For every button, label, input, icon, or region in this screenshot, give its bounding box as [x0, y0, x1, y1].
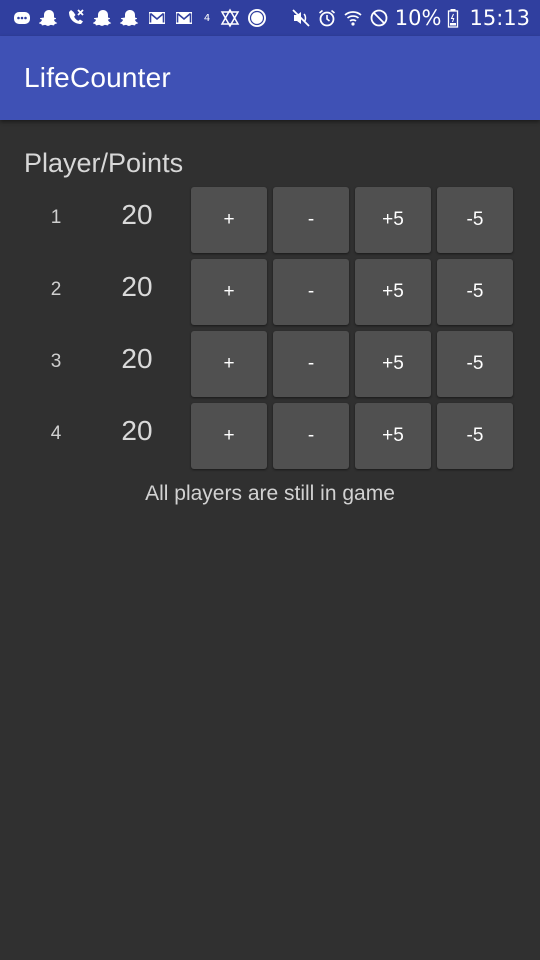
minus-button[interactable]: - — [273, 403, 349, 469]
plus-five-button[interactable]: +5 — [355, 259, 431, 325]
plus-button[interactable]: + — [191, 187, 267, 253]
player-row-1: 1 20 + - +5 -5 — [0, 187, 540, 253]
do-not-disturb-icon — [369, 8, 389, 28]
clock: 15:13 — [469, 6, 530, 30]
network-4g-icon: 4 — [203, 12, 211, 24]
triangle-app-icon — [220, 8, 240, 28]
mute-icon — [291, 8, 311, 28]
player-number: 1 — [50, 207, 62, 228]
player-points: 20 — [121, 199, 153, 230]
player-row-2: 2 20 + - +5 -5 — [0, 259, 540, 325]
messages-icon — [12, 8, 32, 28]
battery-icon — [447, 8, 459, 28]
naver-toon-icon — [247, 8, 267, 28]
plus-button[interactable]: + — [191, 259, 267, 325]
player-number: 3 — [50, 351, 62, 372]
system-icons: 10% 15:13 — [291, 6, 530, 30]
snapchat-icon — [39, 8, 59, 28]
player-points: 20 — [121, 271, 153, 302]
plus-five-button[interactable]: +5 — [355, 331, 431, 397]
player-row-4: 4 20 + - +5 -5 — [0, 403, 540, 469]
minus-five-button[interactable]: -5 — [437, 331, 513, 397]
snapchat-icon — [93, 8, 113, 28]
status-bar: 4 10% 15:13 — [0, 0, 540, 36]
player-number: 2 — [50, 279, 62, 300]
player-number: 4 — [50, 423, 62, 444]
plus-five-button[interactable]: +5 — [355, 403, 431, 469]
minus-button[interactable]: - — [273, 259, 349, 325]
minus-button[interactable]: - — [273, 331, 349, 397]
battery-percent: 10% — [394, 5, 442, 30]
player-row-3: 3 20 + - +5 -5 — [0, 331, 540, 397]
plus-button[interactable]: + — [191, 403, 267, 469]
player-points: 20 — [121, 343, 153, 374]
minus-five-button[interactable]: -5 — [437, 259, 513, 325]
minus-five-button[interactable]: -5 — [437, 187, 513, 253]
gmail-icon — [147, 8, 167, 28]
notification-icons: 4 — [12, 8, 291, 28]
wifi-icon — [343, 8, 363, 28]
minus-five-button[interactable]: -5 — [437, 403, 513, 469]
plus-five-button[interactable]: +5 — [355, 187, 431, 253]
minus-button[interactable]: - — [273, 187, 349, 253]
app-title: LifeCounter — [24, 62, 171, 93]
plus-button[interactable]: + — [191, 331, 267, 397]
player-points: 20 — [121, 415, 153, 446]
snapchat-icon — [120, 8, 140, 28]
player-points-header: Player/Points — [24, 148, 184, 178]
app-bar: LifeCounter — [0, 36, 540, 120]
game-status-message: All players are still in game — [145, 482, 395, 505]
gmail-icon — [174, 8, 194, 28]
alarm-icon — [317, 8, 337, 28]
missed-call-icon — [66, 8, 86, 28]
